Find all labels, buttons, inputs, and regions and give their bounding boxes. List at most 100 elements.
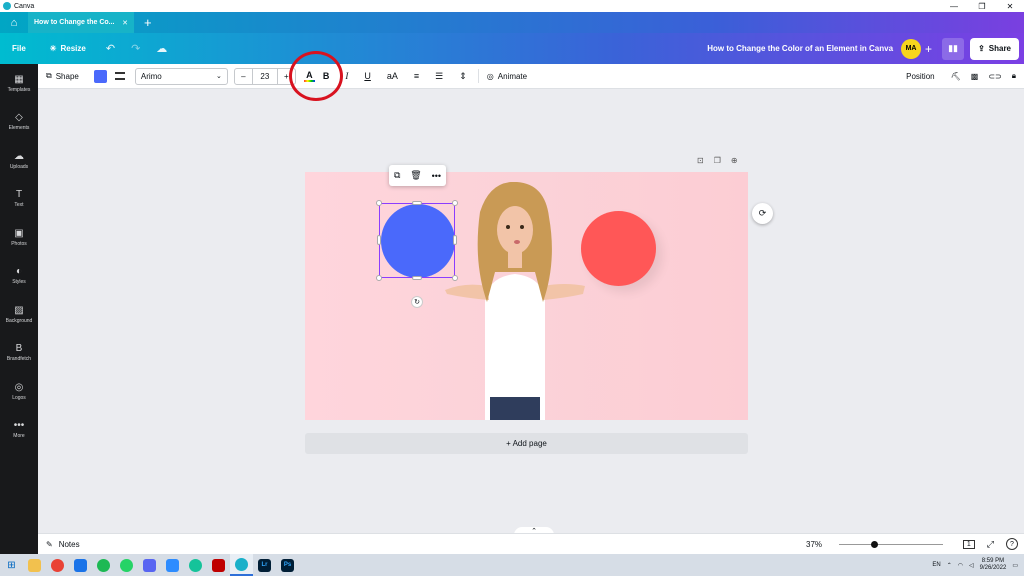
explorer-icon[interactable] — [23, 554, 46, 576]
sidebar-item-templates[interactable]: ▦ Templates — [0, 64, 38, 103]
language-indicator[interactable]: EN — [932, 562, 940, 568]
whatsapp-icon[interactable] — [115, 554, 138, 576]
canva-app-icon[interactable] — [230, 554, 253, 576]
duplicate-page-icon[interactable]: ❐ — [714, 156, 721, 165]
spacing-icon[interactable]: ⇕ — [451, 71, 475, 82]
avatar[interactable]: MA — [901, 38, 922, 59]
shape-icon: ⧉ — [46, 71, 52, 80]
resize-handle[interactable] — [376, 275, 382, 281]
add-page-button[interactable]: + Add page — [305, 433, 748, 454]
fullscreen-icon[interactable]: ⤢ — [987, 539, 994, 550]
resize-handle[interactable] — [452, 275, 458, 281]
border-style-icon[interactable] — [114, 72, 125, 80]
logos-icon: ◎ — [14, 381, 24, 393]
zoom-slider-knob[interactable] — [871, 541, 878, 548]
sidebar-item-background[interactable]: ▨ Background — [0, 295, 38, 334]
sidebar-item-uploads[interactable]: ☁ Uploads — [0, 141, 38, 180]
lock-page-icon[interactable]: ⊡ — [697, 156, 704, 165]
start-icon[interactable]: ⊞ — [0, 554, 23, 576]
close-window-button[interactable]: ✕ — [996, 2, 1024, 11]
refresh-icon[interactable]: ⟳ — [752, 203, 773, 224]
zoom-value[interactable]: 37% — [806, 540, 822, 549]
chrome-icon[interactable] — [46, 554, 69, 576]
decrease-font-button[interactable]: – — [235, 72, 252, 81]
grammarly-icon[interactable] — [184, 554, 207, 576]
resize-handle[interactable] — [412, 201, 422, 205]
filezilla-icon[interactable] — [207, 554, 230, 576]
sidebar-item-styles[interactable]: ◐ Styles — [0, 257, 38, 296]
cloud-save-icon[interactable]: ☁ — [148, 42, 175, 55]
font-size-input[interactable]: 23 — [251, 68, 278, 84]
home-icon[interactable]: ⌂ — [0, 12, 28, 33]
font-select[interactable]: Arimo ⌄ — [134, 67, 228, 85]
lock-icon[interactable]: 🔒︎ — [1012, 71, 1016, 81]
minimize-button[interactable]: — — [940, 2, 968, 11]
tab-document[interactable]: How to Change the Co... ✕ — [28, 12, 134, 33]
resize-handle[interactable] — [377, 235, 381, 245]
system-tray: EN ⌃ ◠ ◁ 8:59 PM 9/26/2022 ▭ — [932, 558, 1024, 572]
sidebar-item-logos[interactable]: ◎ Logos — [0, 372, 38, 411]
insights-icon[interactable]: ▮▮ — [942, 37, 965, 60]
discord-icon[interactable] — [138, 554, 161, 576]
link-icon[interactable]: ⊂⊃ — [988, 72, 1001, 81]
shape-color-swatch[interactable] — [93, 69, 107, 83]
windows-taskbar: ⊞ Lr Ps EN ⌃ ◠ ◁ 8:59 PM 9/26/2022 ▭ — [0, 554, 1024, 576]
clock[interactable]: 8:59 PM 9/26/2022 — [980, 558, 1007, 572]
transparency-icon[interactable]: ▩ — [971, 72, 979, 81]
underline-button[interactable]: U — [356, 71, 379, 81]
sidebar-item-photos[interactable]: ▣ Photos — [0, 218, 38, 257]
align-center-icon[interactable]: ≡ — [406, 71, 427, 81]
help-button[interactable]: ? — [1006, 538, 1018, 550]
sidebar-item-elements[interactable]: ◇ Elements — [0, 103, 38, 142]
zoom-slider[interactable] — [839, 541, 943, 548]
resize-handle[interactable] — [452, 200, 458, 206]
volume-icon[interactable]: ◁ — [969, 562, 974, 569]
shape-button[interactable]: ⧉ Shape — [38, 64, 84, 88]
list-icon[interactable]: ☰ — [427, 71, 451, 82]
page-count-button[interactable]: 1 — [962, 539, 975, 549]
chevron-up-icon[interactable]: ⌃ — [947, 562, 952, 569]
font-size-stepper: – 23 + — [233, 67, 296, 85]
redo-icon[interactable]: ↷ — [123, 42, 148, 55]
file-menu-button[interactable]: File — [0, 33, 38, 64]
sidebar-item-brandfetch[interactable]: B Brandfetch — [0, 334, 38, 373]
trash-icon[interactable]: 🗑︎ — [410, 170, 421, 181]
sidebar-item-more[interactable]: ••• More — [0, 411, 38, 450]
new-tab-button[interactable]: + — [144, 12, 152, 33]
design-canvas[interactable] — [305, 172, 748, 420]
resize-handle[interactable] — [412, 276, 422, 280]
maximize-button[interactable]: ❐ — [968, 2, 996, 11]
rotate-handle-icon[interactable]: ↻ — [411, 296, 423, 308]
close-tab-icon[interactable]: ✕ — [122, 19, 128, 27]
shape-label: Shape — [55, 71, 79, 81]
paint-format-icon[interactable]: ⛏ — [951, 72, 961, 81]
share-button[interactable]: ⇪ Share — [970, 37, 1019, 60]
lightroom-icon[interactable]: Lr — [253, 554, 276, 576]
add-collaborator-icon[interactable]: + — [925, 42, 932, 56]
bottom-bar: ✎ Notes 37% 1 ⤢ ? — [38, 533, 1024, 554]
sidebar-item-text[interactable]: T Text — [0, 180, 38, 219]
spotify-icon[interactable] — [92, 554, 115, 576]
notification-icon[interactable]: ▭ — [1012, 562, 1018, 569]
position-button[interactable]: Position — [906, 72, 934, 81]
outlook-icon[interactable] — [69, 554, 92, 576]
zoom-icon[interactable] — [161, 554, 184, 576]
resize-button[interactable]: ✳ Resize — [38, 33, 98, 64]
undo-icon[interactable]: ↶ — [98, 42, 123, 55]
red-circle-element[interactable] — [581, 211, 656, 286]
animate-button[interactable]: ◎ Animate — [482, 64, 532, 88]
resize-handle[interactable] — [376, 200, 382, 206]
notes-button[interactable]: ✎ Notes — [38, 540, 80, 549]
selection-box[interactable] — [376, 200, 458, 281]
wifi-icon[interactable]: ◠ — [958, 562, 963, 569]
photoshop-icon[interactable]: Ps — [276, 554, 299, 576]
case-button[interactable]: aA — [379, 71, 406, 81]
more-options-icon[interactable]: ••• — [432, 171, 441, 181]
page-actions: ⊡ ❐ ⊕ — [697, 156, 738, 165]
add-page-icon[interactable]: ⊕ — [731, 156, 738, 165]
document-title[interactable]: How to Change the Color of an Element in… — [707, 44, 893, 53]
copy-icon[interactable]: ⧉ — [394, 170, 400, 181]
resize-handle[interactable] — [453, 235, 457, 245]
background-icon: ▨ — [14, 304, 24, 316]
woman-photo[interactable] — [445, 182, 585, 420]
